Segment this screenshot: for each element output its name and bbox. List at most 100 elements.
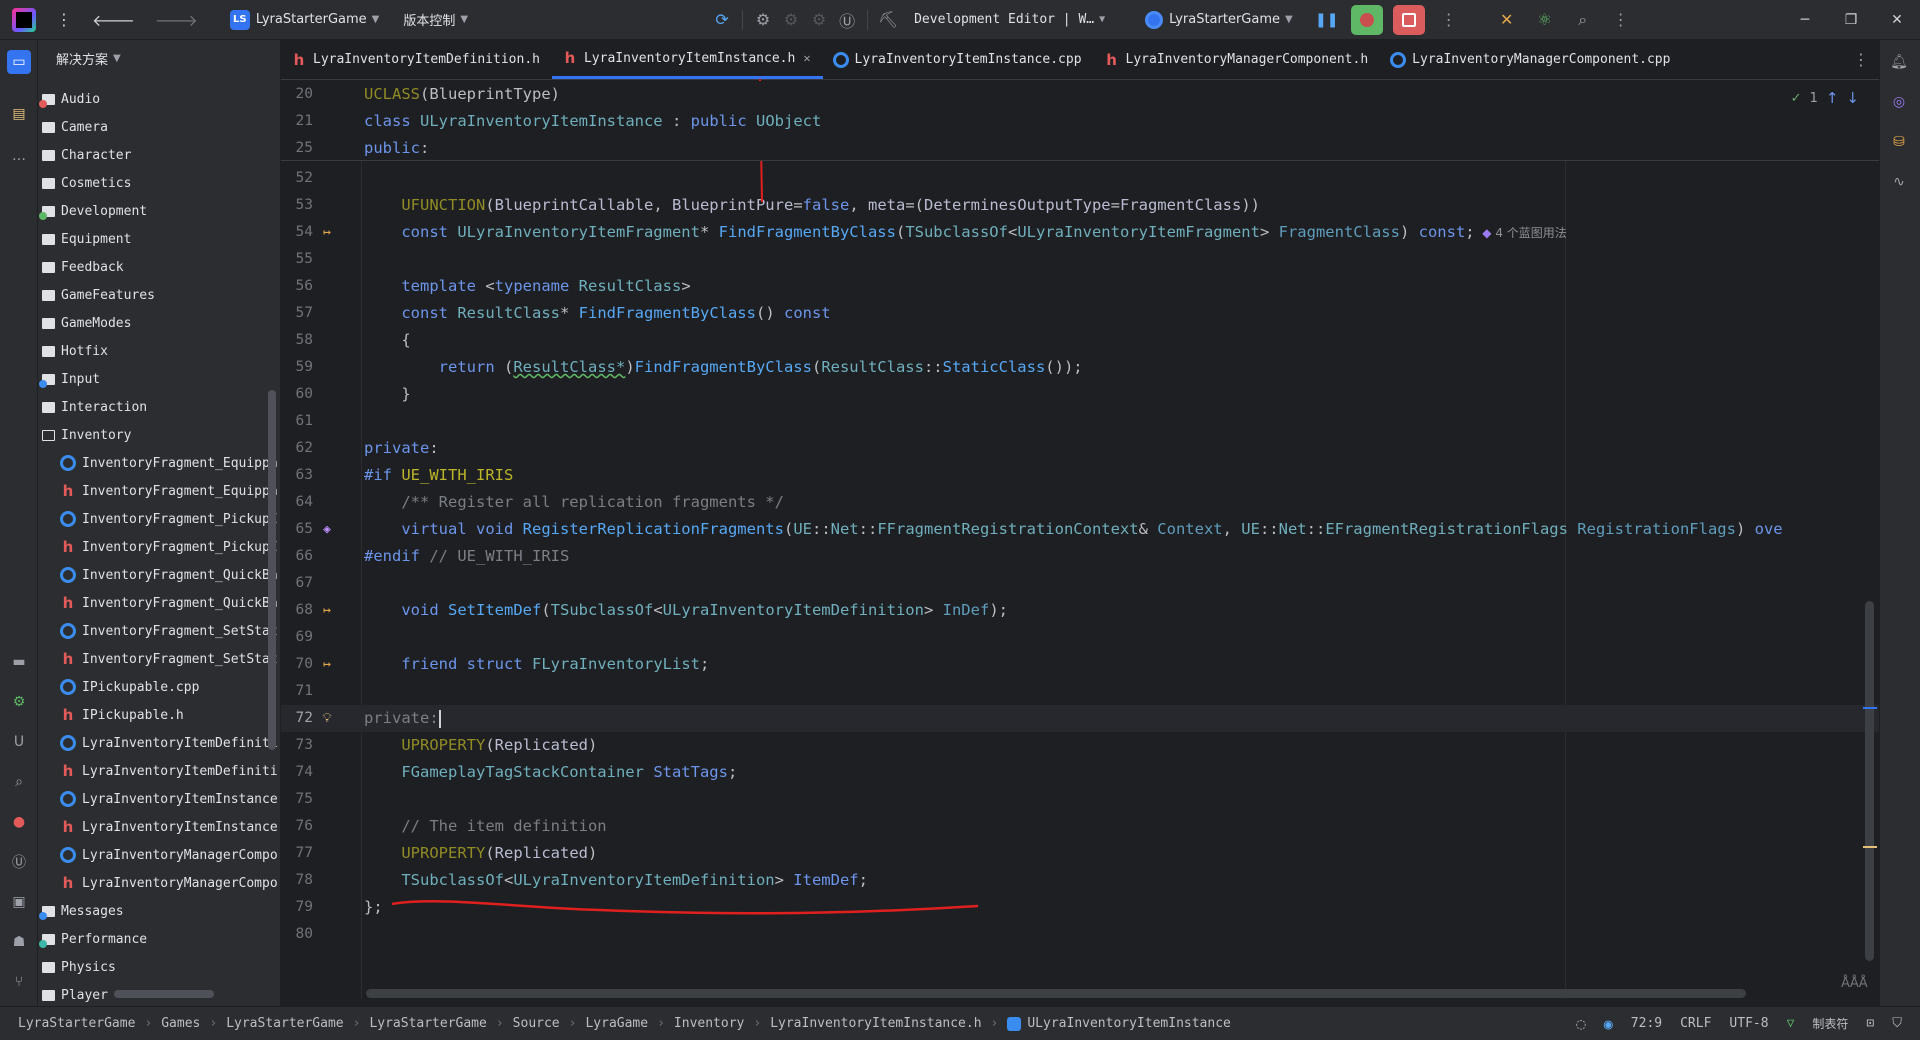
terminal-icon[interactable]: ▣ [7,890,31,914]
breadcrumb-item[interactable]: LyraStarterGame [18,1016,135,1031]
unreal-log-icon[interactable]: Ⓤ [7,850,31,874]
code-line[interactable]: 70 ↦ friend struct FLyraInventoryList; [281,651,1879,678]
tree-item[interactable]: LyraInventoryItemInstance [38,785,280,813]
tree-item[interactable]: Input [38,365,280,393]
bookmarks-icon[interactable]: ▬ [7,650,31,674]
project-scrollbar[interactable] [268,390,276,750]
pause-icon[interactable]: ❚❚ [1313,12,1341,28]
target-selector[interactable]: LyraStarterGame ▼ [1145,10,1293,29]
rider-logo-icon[interactable] [12,7,36,32]
tree-item[interactable]: Camera [38,113,280,141]
tree-item[interactable]: Physics [38,953,280,981]
implementation-gutter-icon[interactable]: ↦ [317,597,337,624]
solution-header[interactable]: 解决方案 ▼ [38,40,280,76]
back-arrow-icon[interactable]: 🡐 [92,10,135,30]
code-line[interactable]: 73 UPROPERTY(Replicated) [281,732,1879,759]
inspections-shield-icon[interactable]: ▽ [1787,1016,1795,1031]
code-line[interactable]: 58 { [281,327,1879,354]
line-number[interactable]: 77 [281,840,313,867]
warning-marker[interactable] [1863,846,1877,848]
code-line[interactable]: 78 TSubclassOf<ULyraInventoryItemDefinit… [281,867,1879,894]
line-number[interactable]: 70 [281,651,313,678]
performance-icon[interactable]: ∿ [1887,170,1911,194]
ai-chat-icon[interactable]: ◎ [1887,90,1911,114]
cancel-build-icon[interactable]: ⚙ [805,10,833,29]
line-number[interactable]: 78 [281,867,313,894]
vcs-menu[interactable]: 版本控制 ▼ [403,10,468,29]
code-line[interactable]: 61 [281,408,1879,435]
breadcrumb-item[interactable]: ULyraInventoryItemInstance [1007,1016,1231,1031]
hammer-icon[interactable]: ⛏ [874,10,902,29]
tree-item[interactable]: h IPickupable.h [38,701,280,729]
code-line[interactable]: 67 [281,570,1879,597]
tree-item[interactable]: h LyraInventoryItemDefiniti [38,757,280,785]
problems-icon[interactable]: ● [7,810,31,834]
code-line[interactable]: 68 ↦ void SetItemDef(TSubclassOf<ULyraInv… [281,597,1879,624]
rebuild-icon[interactable]: ⚙ [777,10,805,29]
tree-item[interactable]: Performance [38,925,280,953]
services-icon[interactable]: ⚙ [7,690,31,714]
line-number[interactable]: 21 [281,108,313,135]
tree-item[interactable]: h LyraInventoryManagerCompo [38,869,280,897]
code-line[interactable]: 69 [281,624,1879,651]
line-number[interactable]: 72 [281,705,313,732]
restore-icon[interactable]: ❐ [1828,12,1874,28]
tree-item[interactable]: Equipment [38,225,280,253]
tree-item[interactable]: Cosmetics [38,169,280,197]
line-number[interactable]: 56 [281,273,313,300]
code-line[interactable]: 60 } [281,381,1879,408]
tree-item[interactable]: Messages [38,897,280,925]
tree-item[interactable]: IPickupable.cpp [38,673,280,701]
line-number[interactable]: 58 [281,327,313,354]
line-number[interactable]: 62 [281,435,313,462]
editor-tab[interactable]: h LyraInventoryItemDefinition.h [281,40,552,79]
code-line[interactable]: 72 💡︎ private: [281,705,1879,732]
line-number[interactable]: 69 [281,624,313,651]
line-number[interactable]: 67 [281,570,313,597]
indent-style[interactable]: 制表符 [1812,1015,1848,1032]
more-actions-icon[interactable]: ⋮ [1435,10,1463,29]
tabs-menu-icon[interactable]: ⋮ [1843,40,1879,79]
editor-hscrollbar[interactable] [366,989,1746,998]
inspection-widget[interactable]: ✓ 1 ↑ ↓ [1791,89,1859,107]
unit-tests-icon[interactable]: U [7,730,31,754]
line-number[interactable]: 63 [281,462,313,489]
close-icon[interactable]: ✕ [1874,12,1920,28]
minimize-icon[interactable]: ─ [1782,12,1828,28]
tree-item[interactable]: h InventoryFragment_Equippa [38,477,280,505]
tree-item[interactable]: h InventoryFragment_SetStat [38,645,280,673]
code-line[interactable]: 25 public: [281,135,1879,162]
database-icon[interactable]: ⛁ [1887,130,1911,154]
ai-assistant-icon[interactable]: ⚛ [1531,10,1559,29]
project-switcher[interactable]: LS LyraStarterGame ▼ [222,6,388,34]
line-number[interactable]: 76 [281,813,313,840]
line-number[interactable]: 52 [281,165,313,192]
forward-arrow-icon[interactable]: 🡒 [155,10,198,30]
editor-tab[interactable]: h LyraInventoryManagerComponent.h [1094,40,1381,79]
code-line[interactable]: 53 UFUNCTION(BlueprintCallable, Blueprin… [281,192,1879,219]
settings-icon[interactable]: ⋮ [1607,10,1635,29]
breadcrumb-item[interactable]: LyraStarterGame [369,1016,486,1031]
line-number[interactable]: 53 [281,192,313,219]
line-number[interactable]: 25 [281,135,313,162]
code-line[interactable]: 77 UPROPERTY(Replicated) [281,840,1879,867]
code-line[interactable]: 54 ↦ const ULyraInventoryItemFragment* Fi… [281,219,1879,246]
code-line[interactable]: 64 /** Register all replication fragment… [281,489,1879,516]
code-line[interactable]: 52 [281,165,1879,192]
line-number[interactable]: 65 [281,516,313,543]
breadcrumb-item[interactable]: LyraInventoryItemInstance.h [770,1016,981,1031]
tree-item[interactable]: InventoryFragment_QuickBa [38,561,280,589]
tree-item[interactable]: GameModes [38,309,280,337]
implementation-gutter-icon[interactable]: ↦ [317,219,337,246]
breadcrumb-item[interactable]: LyraStarterGame [226,1016,343,1031]
tree-item[interactable]: Interaction [38,393,280,421]
code-line[interactable]: 65 ◈ virtual void RegisterReplicationFrag… [281,516,1879,543]
file-encoding[interactable]: UTF-8 [1729,1016,1768,1031]
line-number[interactable]: 68 [281,597,313,624]
line-number[interactable]: 20 [281,81,313,108]
tree-item[interactable]: h LyraInventoryItemInstance [38,813,280,841]
tree-item[interactable]: h InventoryFragment_PickupI [38,533,280,561]
code-line[interactable]: 21 class ULyraInventoryItemInstance : pub… [281,108,1879,135]
code-line[interactable]: 75 [281,786,1879,813]
background-tasks-icon[interactable]: ◌ [1576,1014,1586,1033]
